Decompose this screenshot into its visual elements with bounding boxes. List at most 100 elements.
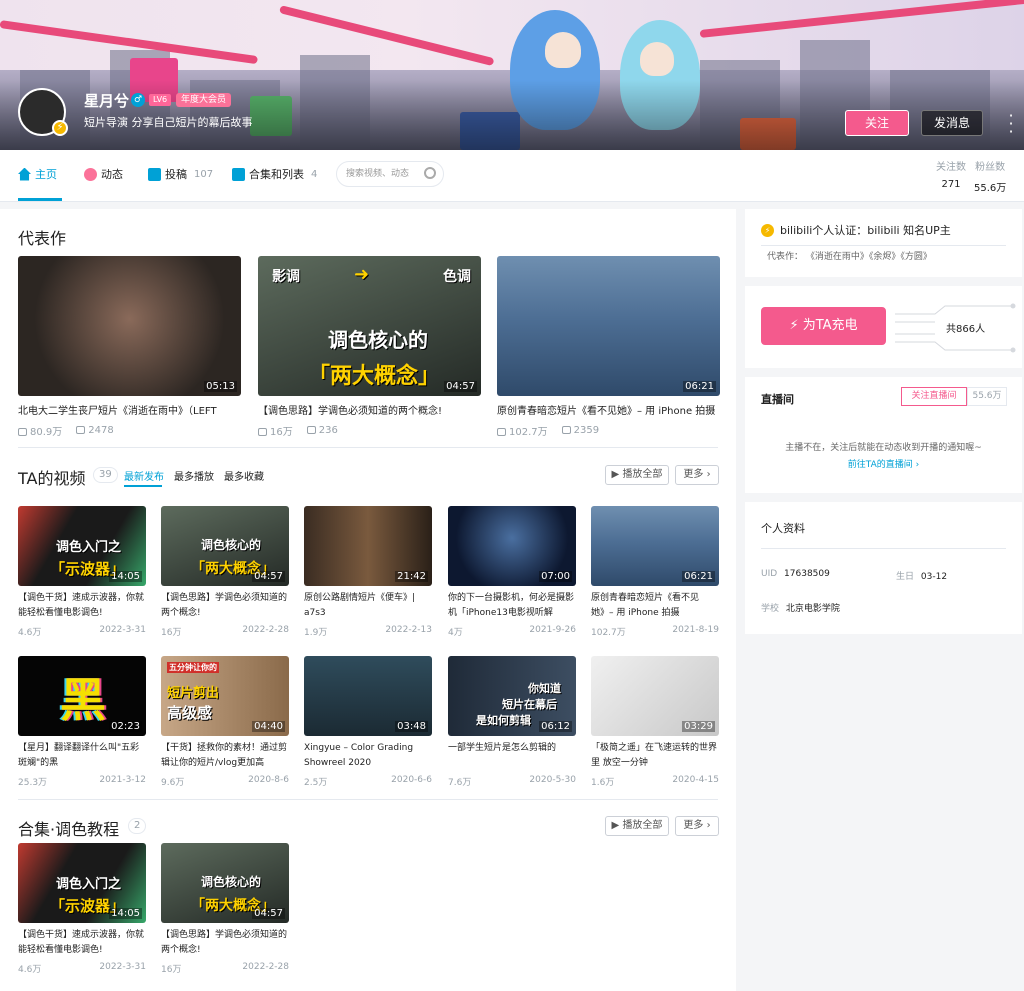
video-thumbnail[interactable]: 调色入门之 「示波器」 14:05	[18, 506, 146, 586]
video-thumbnail[interactable]: 影调 ➜ 色调 调色核心的 「两大概念」 04:57	[258, 256, 481, 396]
play-count: 80.9万	[18, 423, 62, 438]
search-placeholder: 搜索视频、动态	[346, 169, 410, 179]
avatar[interactable]: ⚡	[18, 88, 68, 136]
thumb-text: 是如何剪辑	[476, 714, 531, 727]
more-options-icon[interactable]: · · ·	[1006, 108, 1016, 140]
video-thumbnail[interactable]: 调色入门之 「示波器」 14:05	[18, 843, 146, 923]
video-title[interactable]: 【星月】翻译翻译什么叫"五彩斑斓"的黑	[18, 741, 146, 771]
duration: 03:29	[682, 721, 715, 732]
duration: 06:12	[539, 721, 572, 732]
following-stat[interactable]: 关注数 271	[936, 158, 966, 190]
video-thumbnail[interactable]: 05:13	[18, 256, 241, 396]
search-input[interactable]: 搜索视频、动态	[336, 161, 444, 187]
video-title[interactable]: 【干货】拯救你的素材！通过剪辑让你的短片/vlog更加高	[161, 741, 289, 771]
tab-dynamic[interactable]: 动态	[84, 166, 123, 182]
play-all-button[interactable]: ▶ 播放全部	[605, 816, 669, 836]
thumb-tag: 影调	[272, 269, 300, 285]
video-title[interactable]: 北电大二学生丧尸短片《消逝在雨中》（LEFT	[18, 402, 241, 417]
video-card[interactable]: 调色入门之 「示波器」 14:05 【调色干货】速成示波器，你就能轻松看懂电影调…	[18, 843, 146, 975]
masterpiece-card[interactable]: 影调 ➜ 色调 调色核心的 「两大概念」 04:57 【调色思路】学调色必须知道…	[258, 256, 481, 438]
video-thumbnail[interactable]: 调色核心的 「两大概念」 04:57	[161, 506, 289, 586]
comment-icon	[306, 426, 316, 434]
video-card[interactable]: 调色核心的 「两大概念」 04:57 【调色思路】学调色必须知道的两个概念! 1…	[161, 843, 289, 975]
video-thumbnail[interactable]: 黑 02:23	[18, 656, 146, 736]
video-title[interactable]: Xingyue – Color Grading Showreel 2020	[304, 741, 432, 771]
live-fans-count: 55.6万	[967, 387, 1007, 406]
video-title[interactable]: 「极简之遥」在飞速运转的世界里 放空一分钟	[591, 741, 719, 771]
video-title[interactable]: 原创青春暗恋短片《看不见她》– 用 iPhone 拍摄	[497, 402, 720, 417]
follow-button[interactable]: 关注	[845, 110, 909, 136]
play-count: 4万	[448, 628, 463, 638]
user-name: 星月兮	[84, 92, 130, 110]
video-card[interactable]: 21:42 原创公路剧情短片《便车》| a7s3 1.9万 2022-2-13	[304, 506, 432, 638]
play-icon	[497, 428, 506, 436]
video-title[interactable]: 【调色思路】学调色必须知道的两个概念!	[161, 591, 289, 621]
video-thumbnail[interactable]: 21:42	[304, 506, 432, 586]
search-icon[interactable]	[424, 167, 436, 179]
video-card[interactable]: 03:29 「极简之遥」在飞速运转的世界里 放空一分钟 1.6万 2020-4-1…	[591, 656, 719, 788]
masterpiece-card[interactable]: 05:13 北电大二学生丧尸短片《消逝在雨中》（LEFT 80.9万 2478	[18, 256, 241, 438]
video-thumbnail[interactable]: 调色核心的 「两大概念」 04:57	[161, 843, 289, 923]
video-card[interactable]: 调色入门之 「示波器」 14:05 【调色干货】速成示波器，你就能轻松看懂电影调…	[18, 506, 146, 638]
video-thumbnail[interactable]: 07:00	[448, 506, 576, 586]
fans-stat[interactable]: 粉丝数 55.6万	[974, 158, 1006, 194]
video-card[interactable]: 03:48 Xingyue – Color Grading Showreel 2…	[304, 656, 432, 788]
duration: 06:21	[682, 571, 715, 582]
school-value[interactable]: 北京电影学院	[786, 604, 840, 614]
play-count: 4.6万	[18, 965, 42, 975]
video-card[interactable]: 黑 02:23 【星月】翻译翻译什么叫"五彩斑斓"的黑 25.3万 2021-3-…	[18, 656, 146, 788]
stat-label: 关注数	[936, 162, 966, 173]
sort-tab-most-favorited[interactable]: 最多收藏	[224, 468, 264, 483]
publish-date: 2021-9-26	[529, 625, 576, 635]
video-title[interactable]: 【调色干货】速成示波器，你就能轻松看懂电影调色!	[18, 591, 146, 621]
video-card[interactable]: 你知道 短片在幕后 是如何剪辑 06:12 一部学生短片是怎么剪辑的 7.6万 2…	[448, 656, 576, 788]
live-offline-message: 主播不在，关注后就能在动态收到开播的通知喔~	[785, 443, 982, 453]
sort-tab-most-played[interactable]: 最多播放	[174, 468, 214, 483]
message-button[interactable]: 发消息	[921, 110, 983, 136]
video-card[interactable]: 06:21 原创青春暗恋短片《看不见她》– 用 iPhone 拍摄 102.7万…	[591, 506, 719, 638]
video-title[interactable]: 【调色思路】学调色必须知道的两个概念!	[161, 928, 289, 958]
profile-title: 个人资料	[761, 522, 805, 535]
video-card[interactable]: 五分钟让你的 短片剪出 高级感 04:40 【干货】拯救你的素材！通过剪辑让你的…	[161, 656, 289, 788]
tab-uploads[interactable]: 投稿 107	[148, 166, 213, 182]
video-icon	[148, 167, 161, 181]
video-thumbnail[interactable]: 你知道 短片在幕后 是如何剪辑 06:12	[448, 656, 576, 736]
video-title[interactable]: 【调色思路】学调色必须知道的两个概念!	[258, 402, 481, 417]
masterpiece-card[interactable]: 06:21 原创青春暗恋短片《看不见她》– 用 iPhone 拍摄 102.7万…	[497, 256, 720, 438]
active-tab-indicator	[18, 198, 62, 201]
collection-title: 合集·调色教程	[18, 820, 120, 839]
video-thumbnail[interactable]: 06:21	[497, 256, 720, 396]
video-title[interactable]: 原创公路剧情短片《便车》| a7s3	[304, 591, 432, 621]
more-button[interactable]: 更多 ›	[675, 816, 719, 836]
rep-works[interactable]: 《消逝在雨中》《余烬》《方圆》	[806, 252, 932, 262]
video-thumbnail[interactable]: 03:29	[591, 656, 719, 736]
arrow-icon: ➜	[354, 264, 370, 285]
video-thumbnail[interactable]: 五分钟让你的 短片剪出 高级感 04:40	[161, 656, 289, 736]
video-card[interactable]: 07:00 你的下一台摄影机，何必是摄影机「iPhone13电影视听解 4万 20…	[448, 506, 576, 638]
video-title[interactable]: 【调色干货】速成示波器，你就能轻松看懂电影调色!	[18, 928, 146, 958]
duration: 21:42	[395, 571, 428, 582]
follow-live-button[interactable]: 关注直播间	[901, 387, 967, 406]
video-card[interactable]: 调色核心的 「两大概念」 04:57 【调色思路】学调色必须知道的两个概念! 1…	[161, 506, 289, 638]
video-thumbnail[interactable]: 03:48	[304, 656, 432, 736]
publish-date: 2020-8-6	[248, 775, 289, 785]
duration: 04:40	[252, 721, 285, 732]
video-thumbnail[interactable]: 06:21	[591, 506, 719, 586]
lightning-icon: ⚡	[789, 318, 799, 333]
video-title[interactable]: 一部学生短片是怎么剪辑的	[448, 741, 576, 771]
thumb-text: 调色入门之	[56, 877, 122, 892]
play-all-button[interactable]: ▶ 播放全部	[605, 465, 669, 485]
tab-collections[interactable]: 合集和列表 4	[232, 166, 317, 182]
stat-value: 271	[941, 179, 961, 190]
more-button[interactable]: 更多 ›	[675, 465, 719, 485]
play-count: 16万	[258, 423, 293, 438]
sort-tab-latest[interactable]: 最新发布	[124, 468, 164, 483]
uid-label: UID	[761, 569, 778, 579]
live-room-link[interactable]: 前往TA的直播间 ›	[745, 457, 1022, 470]
video-title[interactable]: 原创青春暗恋短片《看不见她》– 用 iPhone 拍摄	[591, 591, 719, 621]
video-title[interactable]: 你的下一台摄影机，何必是摄影机「iPhone13电影视听解	[448, 591, 576, 621]
uid-value: 17638509	[784, 569, 830, 579]
tab-home[interactable]: 主页	[18, 166, 57, 182]
charge-button[interactable]: ⚡ 为TA充电	[761, 307, 886, 345]
masterpiece-title: 代表作	[18, 229, 67, 248]
